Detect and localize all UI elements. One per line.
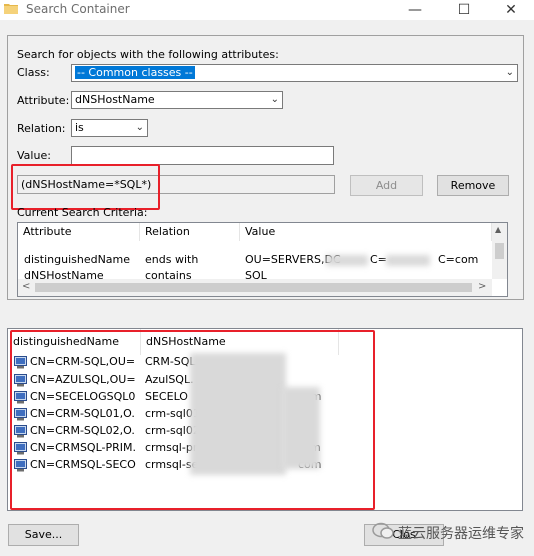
chevron-down-icon: ⌄: [505, 67, 514, 78]
criteria-row-1-relation: ends with: [145, 253, 199, 266]
redacted-region: [326, 255, 368, 266]
criteria-row-1-attribute: distinguishedName: [24, 253, 131, 266]
highlight-box-results: [10, 330, 375, 510]
relation-select[interactable]: is ⌄: [71, 119, 148, 137]
attribute-select-value: dNSHostName: [75, 93, 155, 106]
redacted-region: [386, 255, 430, 266]
scroll-left-icon[interactable]: <: [22, 281, 30, 292]
relation-label: Relation:: [17, 122, 66, 135]
value-input[interactable]: [71, 146, 334, 165]
criteria-row-2-relation: contains: [145, 269, 192, 279]
hscroll-thumb[interactable]: [35, 283, 472, 292]
criteria-col-value[interactable]: Value: [240, 223, 492, 241]
criteria-list[interactable]: Attribute Relation Value distinguishedNa…: [17, 222, 508, 297]
relation-select-value: is: [75, 121, 84, 134]
maximize-button[interactable]: ☐: [447, 0, 481, 20]
class-label: Class:: [17, 66, 50, 79]
criteria-row-1-value-b: C=: [370, 253, 387, 266]
class-select-value: -- Common classes --: [75, 66, 195, 79]
attribute-label: Attribute:: [17, 94, 70, 107]
wechat-logo-svg: [372, 522, 394, 539]
criteria-col-relation[interactable]: Relation: [140, 223, 240, 241]
title-bar: Search Container — ☐ ✕: [0, 0, 534, 20]
chevron-down-icon: ⌄: [270, 94, 279, 105]
criteria-vscrollbar[interactable]: ▲: [492, 223, 507, 279]
wechat-logo-icon: [372, 522, 396, 542]
current-criteria-label: Current Search Criteria:: [17, 206, 148, 219]
criteria-row-1-value-c: C=com: [438, 253, 479, 266]
minimize-button[interactable]: —: [398, 0, 432, 20]
value-label: Value:: [17, 149, 51, 162]
scroll-right-icon[interactable]: >: [478, 281, 486, 292]
scroll-thumb[interactable]: [495, 243, 504, 259]
add-button[interactable]: Add: [350, 175, 423, 196]
criteria-col-attribute[interactable]: Attribute: [18, 223, 140, 241]
folder-search-icon: [4, 4, 18, 14]
criteria-row-2-value-a: SQL: [245, 269, 267, 279]
remove-button[interactable]: Remove: [437, 175, 509, 196]
attribute-select[interactable]: dNSHostName ⌄: [71, 91, 283, 109]
watermark-text: 蓝云服务器运维专家: [398, 526, 524, 542]
highlight-box-criteria: [11, 164, 160, 210]
close-button[interactable]: ✕: [494, 0, 528, 20]
window-title: Search Container: [26, 2, 130, 16]
class-select[interactable]: -- Common classes -- ⌄: [71, 64, 518, 82]
chevron-down-icon: ⌄: [135, 122, 144, 133]
save-button[interactable]: Save...: [8, 524, 79, 546]
criteria-row-2-attribute: dNSHostName: [24, 269, 104, 279]
scroll-up-icon[interactable]: ▲: [495, 225, 501, 234]
search-heading: Search for objects with the following at…: [17, 48, 279, 61]
criteria-hscrollbar[interactable]: < >: [18, 279, 492, 296]
